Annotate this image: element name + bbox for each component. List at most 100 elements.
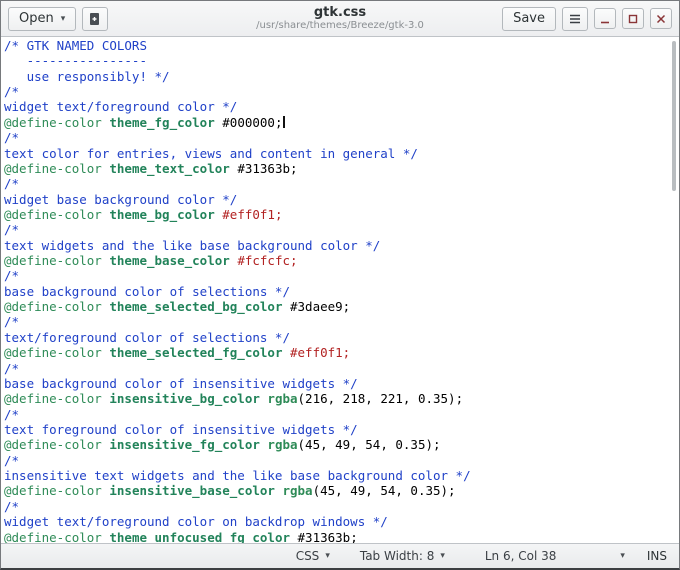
window-subtitle: /usr/share/themes/Breeze/gtk-3.0 bbox=[256, 19, 424, 31]
code-line: @define-color theme_selected_fg_color #e… bbox=[4, 345, 665, 360]
cursor-position-button[interactable]: Ln 6, Col 38 ▾ bbox=[479, 547, 631, 565]
code-token: text foreground color of insensitive wid… bbox=[4, 421, 358, 437]
headerbar-right: Save bbox=[502, 6, 672, 31]
code-token: theme_base_color bbox=[109, 253, 230, 269]
code-token: /* bbox=[4, 130, 20, 146]
chevron-down-icon: ▾ bbox=[620, 551, 625, 561]
code-token: /* bbox=[4, 84, 20, 100]
code-token: text color for entries, views and conten… bbox=[4, 145, 418, 161]
new-document-button[interactable] bbox=[82, 6, 109, 31]
save-button[interactable]: Save bbox=[502, 6, 556, 31]
window-title: gtk.css bbox=[313, 4, 367, 20]
code-token: theme_bg_color bbox=[109, 206, 215, 222]
code-line: /* bbox=[4, 314, 665, 329]
code-line: use responsibly! */ bbox=[4, 69, 665, 84]
code-line: base background color of selections */ bbox=[4, 284, 665, 299]
code-token: ---------------- bbox=[4, 53, 147, 69]
code-token: /* bbox=[4, 498, 20, 514]
code-token: @define-color bbox=[4, 483, 102, 499]
tab-width-selector[interactable]: Tab Width: 8 ▾ bbox=[354, 547, 451, 565]
maximize-icon bbox=[626, 12, 640, 26]
code-token: theme_text_color bbox=[109, 160, 230, 176]
code-line: text color for entries, views and conten… bbox=[4, 146, 665, 161]
code-token: #3daee9; bbox=[290, 299, 351, 315]
code-line: insensitive text widgets and the like ba… bbox=[4, 468, 665, 483]
code-token: /* bbox=[4, 176, 20, 192]
code-line: text widgets and the like base backgroun… bbox=[4, 238, 665, 253]
maximize-button[interactable] bbox=[622, 8, 644, 29]
code-line: @define-color theme_base_color #fcfcfc; bbox=[4, 253, 665, 268]
code-token: @define-color bbox=[4, 253, 102, 269]
code-token: use responsibly! */ bbox=[4, 68, 170, 84]
chevron-down-icon: ▾ bbox=[60, 13, 66, 24]
code-token: /* bbox=[4, 314, 20, 330]
code-token: theme_unfocused_fg_color bbox=[109, 529, 290, 544]
code-line: /* bbox=[4, 407, 665, 422]
vertical-scrollbar[interactable] bbox=[667, 37, 679, 543]
language-label: CSS bbox=[295, 549, 320, 563]
code-token: (45, 49, 54, 0.35); bbox=[297, 437, 441, 453]
code-token: @define-color bbox=[4, 206, 102, 222]
code-token: /* bbox=[4, 360, 20, 376]
code-line: text/foreground color of selections */ bbox=[4, 330, 665, 345]
hamburger-icon bbox=[567, 11, 583, 27]
code-token: rgba bbox=[267, 391, 298, 407]
scrollbar-thumb[interactable] bbox=[672, 41, 676, 191]
code-line: /* bbox=[4, 499, 665, 514]
code-line: /* bbox=[4, 130, 665, 145]
gedit-window: Open ▾ gtk.css /usr/share/themes/Breeze/… bbox=[0, 0, 680, 570]
code-line: @define-color insensitive_fg_color rgba(… bbox=[4, 437, 665, 452]
code-line: widget text/foreground color on backdrop… bbox=[4, 514, 665, 529]
code-line: widget base background color */ bbox=[4, 192, 665, 207]
code-token: widget base background color */ bbox=[4, 191, 238, 207]
code-line: @define-color theme_selected_bg_color #3… bbox=[4, 299, 665, 314]
code-token: widget text/foreground color on backdrop… bbox=[4, 514, 388, 530]
code-line: /* bbox=[4, 84, 665, 99]
code-token: widget text/foreground color */ bbox=[4, 99, 238, 115]
text-cursor bbox=[283, 115, 285, 128]
code-token: /* GTK NAMED COLORS bbox=[4, 38, 147, 53]
code-token: insensitive_fg_color bbox=[109, 437, 260, 453]
headerbar: Open ▾ gtk.css /usr/share/themes/Breeze/… bbox=[1, 1, 679, 37]
statusbar: CSS ▾ Tab Width: 8 ▾ Ln 6, Col 38 ▾ INS bbox=[1, 543, 679, 568]
code-token: (45, 49, 54, 0.35); bbox=[312, 483, 456, 499]
menu-button[interactable] bbox=[562, 6, 588, 31]
text-editor[interactable]: /* GTK NAMED COLORS ---------------- use… bbox=[1, 37, 679, 543]
code-line: @define-color theme_unfocused_fg_color #… bbox=[4, 530, 665, 544]
code-token: #fcfcfc; bbox=[237, 253, 298, 269]
close-button[interactable] bbox=[650, 8, 672, 29]
code-line: @define-color theme_fg_color #000000; bbox=[4, 115, 665, 130]
open-button-label: Open bbox=[19, 11, 54, 26]
code-token: insensitive_bg_color bbox=[109, 391, 260, 407]
minimize-icon bbox=[598, 12, 612, 26]
code-token: /* bbox=[4, 222, 20, 238]
code-token: @define-color bbox=[4, 345, 102, 361]
code-line: /* bbox=[4, 361, 665, 376]
code-line: /* GTK NAMED COLORS bbox=[4, 38, 665, 53]
code-token: insensitive text widgets and the like ba… bbox=[4, 468, 471, 484]
cursor-position-label: Ln 6, Col 38 bbox=[484, 549, 557, 563]
code-token: text widgets and the like base backgroun… bbox=[4, 237, 381, 253]
code-token: rgba bbox=[267, 437, 298, 453]
code-token: #31363b; bbox=[297, 529, 358, 544]
minimize-button[interactable] bbox=[594, 8, 616, 29]
code-token: text/foreground color of selections */ bbox=[4, 329, 290, 345]
code-token: base background color of insensitive wid… bbox=[4, 375, 358, 391]
close-icon bbox=[654, 12, 668, 26]
language-selector[interactable]: CSS ▾ bbox=[290, 547, 336, 565]
open-button[interactable]: Open ▾ bbox=[8, 6, 77, 31]
code-token: @define-color bbox=[4, 529, 102, 544]
code-line: ---------------- bbox=[4, 53, 665, 68]
code-token: @define-color bbox=[4, 299, 102, 315]
code-line: /* bbox=[4, 453, 665, 468]
code-token: #31363b; bbox=[237, 160, 298, 176]
code-line: widget text/foreground color */ bbox=[4, 99, 665, 114]
code-token: /* bbox=[4, 406, 20, 422]
code-token: #eff0f1; bbox=[222, 206, 283, 222]
code-line: @define-color theme_bg_color #eff0f1; bbox=[4, 207, 665, 222]
insert-mode-indicator: INS bbox=[646, 549, 667, 563]
code-token: theme_selected_fg_color bbox=[109, 345, 283, 361]
code-token: base background color of selections */ bbox=[4, 283, 290, 299]
